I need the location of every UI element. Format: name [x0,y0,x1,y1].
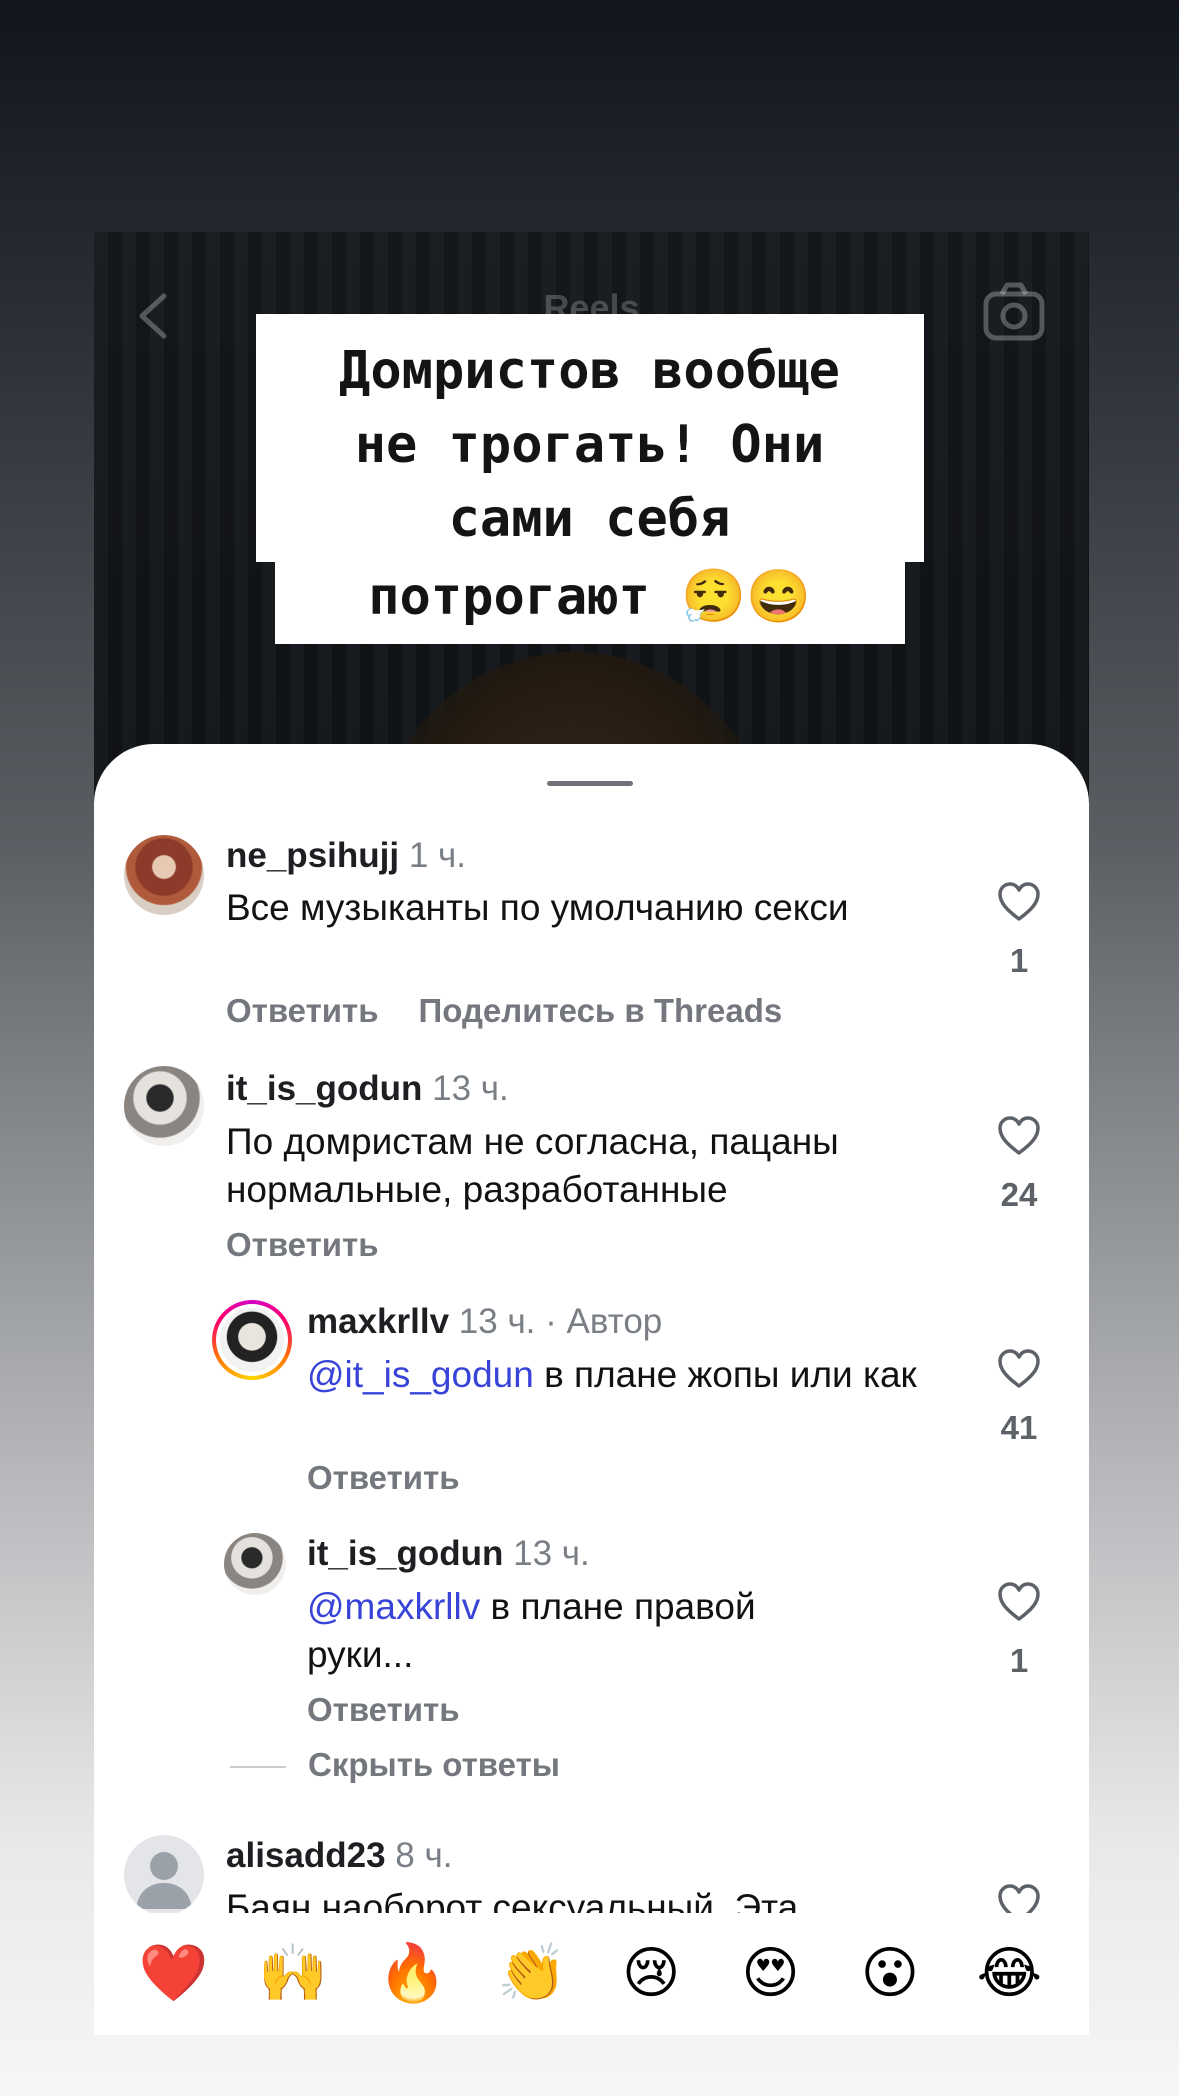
comment-actions: Ответить [307,1691,460,1729]
reply-button[interactable]: Ответить [307,1459,460,1496]
caption-line: Домристов вообще [339,341,840,401]
comment-username[interactable]: ne_psihujj 1 ч. [226,836,466,876]
comment-time: 1 ч. [408,836,466,875]
username-text[interactable]: alisadd23 [226,1836,386,1875]
hide-replies-divider [230,1766,286,1768]
sheet-grabber[interactable] [547,781,633,786]
comment-username[interactable]: maxkrllv 13 ч. · Автор [307,1302,662,1342]
emoji-heart-eyes[interactable]: 😍 [726,1944,816,2004]
story-ring-avatar[interactable] [212,1300,292,1380]
emoji-laughing[interactable]: 😂 [964,1944,1054,2004]
mention-link[interactable]: @it_is_godun [307,1354,534,1395]
caption-line: сами себя [448,489,731,549]
comments-sheet: ne_psihujj 1 ч. Все музыканты по умолчан… [94,744,1089,2032]
comment-text: @maxkrllv в плане правой руки... [307,1583,867,1679]
like-count: 1 [1009,1642,1029,1679]
comment-time: 13 ч. [513,1534,590,1573]
heart-icon[interactable] [997,1349,1041,1389]
heart-icon[interactable] [997,1582,1041,1622]
username-text[interactable]: it_is_godun [226,1069,422,1108]
comment-body: в плане жопы или как [533,1354,917,1395]
comment-text: Все музыканты по умолчанию секси [226,887,849,928]
emoji-fire[interactable]: 🔥 [367,1944,457,2004]
comment-username[interactable]: it_is_godun 13 ч. [226,1069,509,1109]
comment-time: 13 ч. · Автор [458,1302,663,1341]
emoji-raised-hands[interactable]: 🙌 [248,1944,338,2004]
comment-actions: Ответить Поделитесь в Threads [226,992,782,1030]
caption-block: Домристов вообще не трогать! Они сами се… [255,314,924,562]
avatar [216,1304,288,1376]
quick-reaction-bar: ❤️ 🙌 🔥 👏 😢 😍 😮 😂 [94,1913,1089,2035]
default-avatar-icon [136,1852,192,1909]
like-count: 24 [1000,1176,1038,1213]
comment-text: @it_is_godun в плане жопы или как [307,1351,987,1399]
username-text[interactable]: ne_psihujj [226,836,399,875]
like-count: 41 [1000,1409,1038,1446]
caption-line: не трогать! Они [354,415,825,475]
avatar[interactable] [124,835,204,915]
comment-actions: Ответить [226,1226,379,1264]
reply-button[interactable]: Ответить [226,1226,379,1263]
like-count: 1 [1009,942,1029,979]
comment-actions: Ответить [307,1459,460,1497]
heart-icon[interactable] [997,1116,1041,1156]
comment-username[interactable]: alisadd23 8 ч. [226,1836,452,1876]
comment-text: По домристам не согласна, пацаны нормаль… [226,1121,839,1210]
emoji-clap[interactable]: 👏 [487,1944,577,2004]
caption-last-line: потрогают 😮‍💨😄 [274,560,905,644]
reply-button[interactable]: Ответить [226,992,379,1029]
avatar[interactable] [124,1066,204,1146]
emoji-surprised[interactable]: 😮 [845,1944,935,2004]
avatar[interactable] [224,1533,286,1595]
reply-button[interactable]: Ответить [307,1691,460,1728]
mention-link[interactable]: @maxkrllv [307,1586,480,1627]
hide-replies-button[interactable]: Скрыть ответы [308,1746,560,1784]
emoji-heart[interactable]: ❤️ [129,1944,219,2004]
heart-icon[interactable] [997,882,1041,922]
emoji-crying[interactable]: 😢 [606,1944,696,2004]
comment-username[interactable]: it_is_godun 13 ч. [307,1534,590,1574]
comment-time: 8 ч. [395,1836,453,1875]
username-text[interactable]: maxkrllv [307,1302,449,1341]
story-caption-sticker: Домристов вообще не трогать! Они сами се… [0,314,1179,644]
username-text[interactable]: it_is_godun [307,1534,503,1573]
avatar-image [220,1308,284,1372]
share-threads-button[interactable]: Поделитесь в Threads [419,992,783,1029]
comment-time: 13 ч. [432,1069,509,1108]
avatar[interactable] [124,1835,204,1915]
